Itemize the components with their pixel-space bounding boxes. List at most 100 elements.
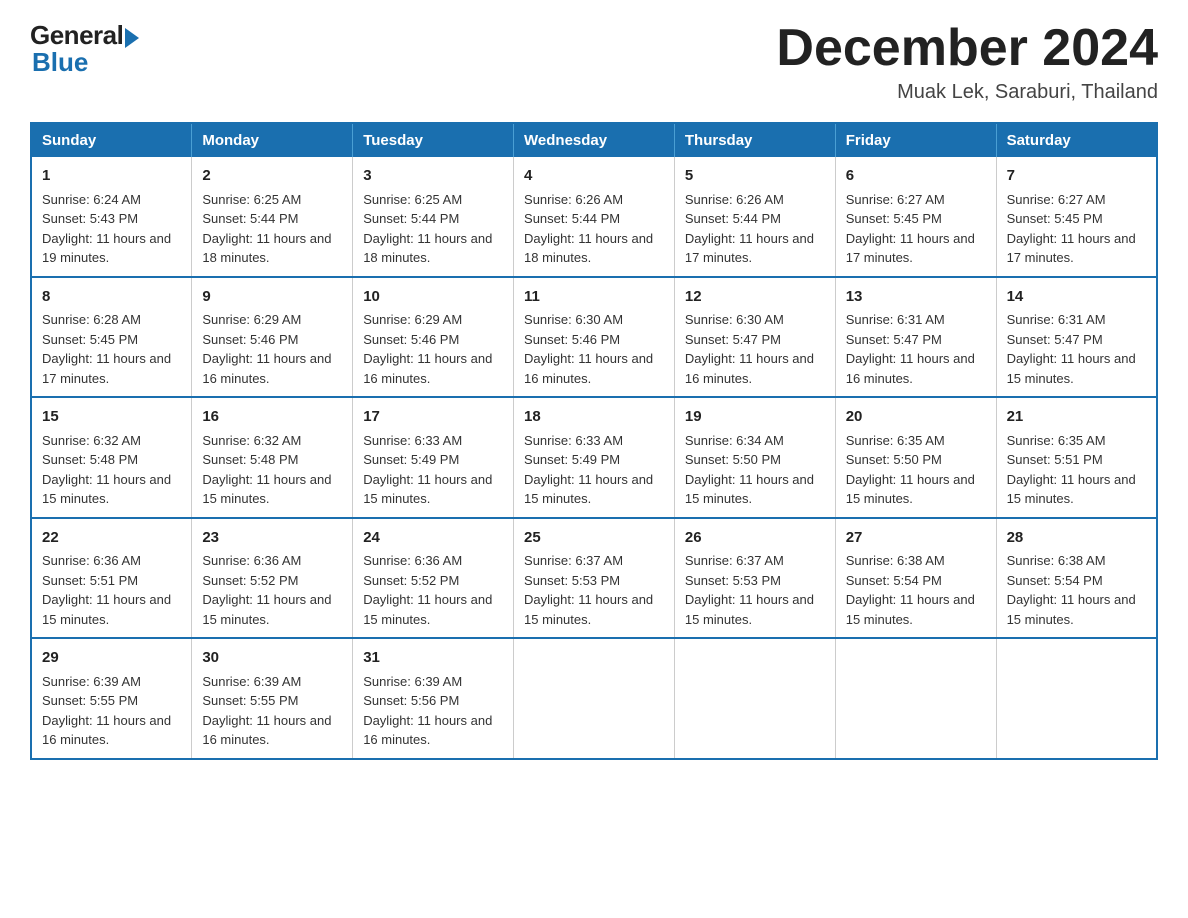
day-cell: 24 Sunrise: 6:36 AMSunset: 5:52 PMDaylig…	[353, 518, 514, 639]
week-row-2: 8 Sunrise: 6:28 AMSunset: 5:45 PMDayligh…	[31, 277, 1157, 398]
day-info: Sunrise: 6:37 AMSunset: 5:53 PMDaylight:…	[524, 553, 653, 627]
day-info: Sunrise: 6:28 AMSunset: 5:45 PMDaylight:…	[42, 312, 171, 386]
week-row-3: 15 Sunrise: 6:32 AMSunset: 5:48 PMDaylig…	[31, 397, 1157, 518]
week-row-5: 29 Sunrise: 6:39 AMSunset: 5:55 PMDaylig…	[31, 638, 1157, 759]
day-cell: 18 Sunrise: 6:33 AMSunset: 5:49 PMDaylig…	[514, 397, 675, 518]
day-number: 24	[363, 527, 503, 550]
day-cell	[835, 638, 996, 759]
day-cell: 11 Sunrise: 6:30 AMSunset: 5:46 PMDaylig…	[514, 277, 675, 398]
col-header-wednesday: Wednesday	[514, 123, 675, 157]
calendar-header-row: SundayMondayTuesdayWednesdayThursdayFrid…	[31, 123, 1157, 157]
day-number: 4	[524, 165, 664, 188]
day-cell: 19 Sunrise: 6:34 AMSunset: 5:50 PMDaylig…	[674, 397, 835, 518]
week-row-4: 22 Sunrise: 6:36 AMSunset: 5:51 PMDaylig…	[31, 518, 1157, 639]
day-cell: 8 Sunrise: 6:28 AMSunset: 5:45 PMDayligh…	[31, 277, 192, 398]
day-number: 19	[685, 406, 825, 429]
day-number: 26	[685, 527, 825, 550]
day-number: 13	[846, 286, 986, 309]
col-header-monday: Monday	[192, 123, 353, 157]
day-number: 31	[363, 647, 503, 670]
day-info: Sunrise: 6:39 AMSunset: 5:55 PMDaylight:…	[42, 674, 171, 748]
day-cell: 3 Sunrise: 6:25 AMSunset: 5:44 PMDayligh…	[353, 157, 514, 277]
day-number: 11	[524, 286, 664, 309]
day-cell: 28 Sunrise: 6:38 AMSunset: 5:54 PMDaylig…	[996, 518, 1157, 639]
col-header-tuesday: Tuesday	[353, 123, 514, 157]
day-info: Sunrise: 6:27 AMSunset: 5:45 PMDaylight:…	[1007, 192, 1136, 266]
day-info: Sunrise: 6:24 AMSunset: 5:43 PMDaylight:…	[42, 192, 171, 266]
day-info: Sunrise: 6:39 AMSunset: 5:56 PMDaylight:…	[363, 674, 492, 748]
day-number: 8	[42, 286, 181, 309]
day-info: Sunrise: 6:30 AMSunset: 5:47 PMDaylight:…	[685, 312, 814, 386]
month-title: December 2024	[776, 20, 1158, 77]
page-header: General Blue December 2024 Muak Lek, Sar…	[30, 20, 1158, 104]
day-cell: 17 Sunrise: 6:33 AMSunset: 5:49 PMDaylig…	[353, 397, 514, 518]
day-info: Sunrise: 6:32 AMSunset: 5:48 PMDaylight:…	[42, 433, 171, 507]
day-cell: 27 Sunrise: 6:38 AMSunset: 5:54 PMDaylig…	[835, 518, 996, 639]
day-cell: 4 Sunrise: 6:26 AMSunset: 5:44 PMDayligh…	[514, 157, 675, 277]
day-number: 22	[42, 527, 181, 550]
day-number: 27	[846, 527, 986, 550]
day-info: Sunrise: 6:27 AMSunset: 5:45 PMDaylight:…	[846, 192, 975, 266]
day-info: Sunrise: 6:31 AMSunset: 5:47 PMDaylight:…	[846, 312, 975, 386]
day-info: Sunrise: 6:36 AMSunset: 5:52 PMDaylight:…	[363, 553, 492, 627]
day-cell	[514, 638, 675, 759]
day-info: Sunrise: 6:39 AMSunset: 5:55 PMDaylight:…	[202, 674, 331, 748]
day-number: 21	[1007, 406, 1146, 429]
day-cell: 12 Sunrise: 6:30 AMSunset: 5:47 PMDaylig…	[674, 277, 835, 398]
day-info: Sunrise: 6:33 AMSunset: 5:49 PMDaylight:…	[363, 433, 492, 507]
day-number: 20	[846, 406, 986, 429]
day-cell: 2 Sunrise: 6:25 AMSunset: 5:44 PMDayligh…	[192, 157, 353, 277]
day-cell	[996, 638, 1157, 759]
day-cell: 25 Sunrise: 6:37 AMSunset: 5:53 PMDaylig…	[514, 518, 675, 639]
col-header-friday: Friday	[835, 123, 996, 157]
day-number: 15	[42, 406, 181, 429]
day-cell: 26 Sunrise: 6:37 AMSunset: 5:53 PMDaylig…	[674, 518, 835, 639]
day-number: 16	[202, 406, 342, 429]
day-info: Sunrise: 6:36 AMSunset: 5:52 PMDaylight:…	[202, 553, 331, 627]
day-info: Sunrise: 6:36 AMSunset: 5:51 PMDaylight:…	[42, 553, 171, 627]
day-info: Sunrise: 6:38 AMSunset: 5:54 PMDaylight:…	[1007, 553, 1136, 627]
week-row-1: 1 Sunrise: 6:24 AMSunset: 5:43 PMDayligh…	[31, 157, 1157, 277]
day-cell: 10 Sunrise: 6:29 AMSunset: 5:46 PMDaylig…	[353, 277, 514, 398]
day-cell: 29 Sunrise: 6:39 AMSunset: 5:55 PMDaylig…	[31, 638, 192, 759]
day-number: 23	[202, 527, 342, 550]
day-cell: 5 Sunrise: 6:26 AMSunset: 5:44 PMDayligh…	[674, 157, 835, 277]
calendar-table: SundayMondayTuesdayWednesdayThursdayFrid…	[30, 122, 1158, 760]
day-number: 29	[42, 647, 181, 670]
day-cell: 22 Sunrise: 6:36 AMSunset: 5:51 PMDaylig…	[31, 518, 192, 639]
day-number: 17	[363, 406, 503, 429]
day-cell: 20 Sunrise: 6:35 AMSunset: 5:50 PMDaylig…	[835, 397, 996, 518]
day-info: Sunrise: 6:25 AMSunset: 5:44 PMDaylight:…	[202, 192, 331, 266]
day-cell: 15 Sunrise: 6:32 AMSunset: 5:48 PMDaylig…	[31, 397, 192, 518]
day-info: Sunrise: 6:38 AMSunset: 5:54 PMDaylight:…	[846, 553, 975, 627]
title-section: December 2024 Muak Lek, Saraburi, Thaila…	[776, 20, 1158, 104]
day-info: Sunrise: 6:37 AMSunset: 5:53 PMDaylight:…	[685, 553, 814, 627]
day-number: 7	[1007, 165, 1146, 188]
day-number: 1	[42, 165, 181, 188]
day-number: 14	[1007, 286, 1146, 309]
logo-arrow-icon	[125, 28, 139, 48]
day-cell: 13 Sunrise: 6:31 AMSunset: 5:47 PMDaylig…	[835, 277, 996, 398]
logo-blue-text: Blue	[30, 47, 88, 78]
day-number: 2	[202, 165, 342, 188]
day-number: 12	[685, 286, 825, 309]
day-cell	[674, 638, 835, 759]
day-cell: 21 Sunrise: 6:35 AMSunset: 5:51 PMDaylig…	[996, 397, 1157, 518]
day-info: Sunrise: 6:32 AMSunset: 5:48 PMDaylight:…	[202, 433, 331, 507]
day-number: 10	[363, 286, 503, 309]
day-cell: 7 Sunrise: 6:27 AMSunset: 5:45 PMDayligh…	[996, 157, 1157, 277]
day-number: 25	[524, 527, 664, 550]
day-number: 18	[524, 406, 664, 429]
logo: General Blue	[30, 20, 139, 78]
day-info: Sunrise: 6:34 AMSunset: 5:50 PMDaylight:…	[685, 433, 814, 507]
day-cell: 6 Sunrise: 6:27 AMSunset: 5:45 PMDayligh…	[835, 157, 996, 277]
day-info: Sunrise: 6:31 AMSunset: 5:47 PMDaylight:…	[1007, 312, 1136, 386]
day-number: 3	[363, 165, 503, 188]
day-cell: 31 Sunrise: 6:39 AMSunset: 5:56 PMDaylig…	[353, 638, 514, 759]
day-number: 9	[202, 286, 342, 309]
day-cell: 30 Sunrise: 6:39 AMSunset: 5:55 PMDaylig…	[192, 638, 353, 759]
day-info: Sunrise: 6:26 AMSunset: 5:44 PMDaylight:…	[524, 192, 653, 266]
day-info: Sunrise: 6:25 AMSunset: 5:44 PMDaylight:…	[363, 192, 492, 266]
day-cell: 16 Sunrise: 6:32 AMSunset: 5:48 PMDaylig…	[192, 397, 353, 518]
day-info: Sunrise: 6:33 AMSunset: 5:49 PMDaylight:…	[524, 433, 653, 507]
